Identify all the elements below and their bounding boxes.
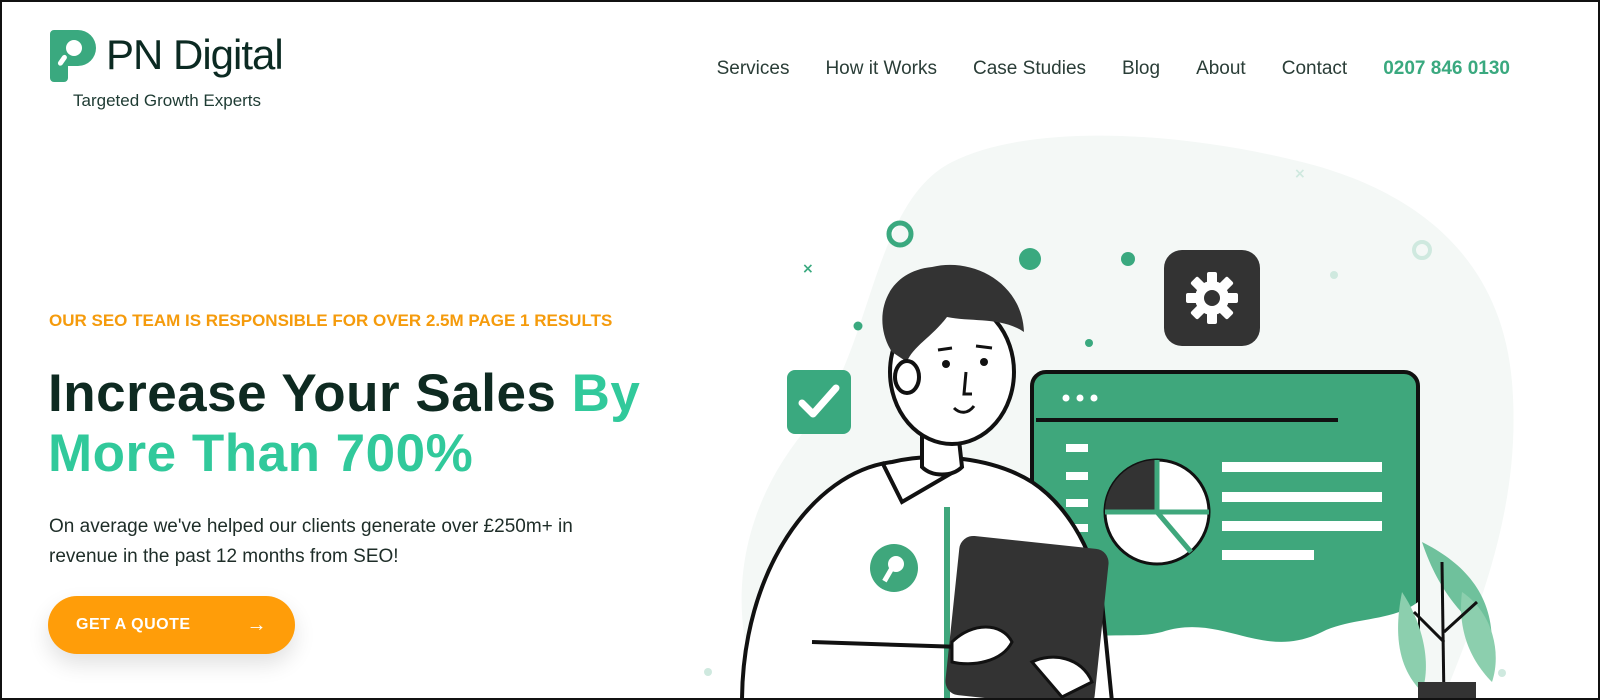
dot-decoration	[704, 668, 712, 676]
logo-mark-icon	[50, 30, 96, 82]
main-nav: Services How it Works Case Studies Blog …	[681, 58, 1510, 80]
dot-decoration	[1085, 339, 1093, 347]
phone-link[interactable]: 0207 846 0130	[1383, 58, 1510, 80]
dot-decoration	[853, 321, 863, 331]
tagline: Targeted Growth Experts	[73, 91, 262, 110]
nav-item-case-studies[interactable]: Case Studies	[973, 58, 1086, 80]
pie-chart-icon	[1103, 458, 1211, 566]
logo-text: PN Digital	[106, 31, 284, 78]
arrow-right-icon: →	[246, 613, 267, 636]
nav-item-about[interactable]: About	[1196, 58, 1246, 80]
headline-part1: Increase Your Sales	[48, 364, 572, 423]
gear-icon	[1186, 272, 1238, 324]
x-decoration: ×	[802, 261, 814, 277]
get-a-quote-button[interactable]: GET A QUOTE →	[48, 596, 295, 654]
x-decoration: ×	[1294, 166, 1306, 182]
dot-decoration	[1121, 252, 1135, 266]
headline-accent1: By	[571, 364, 641, 423]
nav-item-contact[interactable]: Contact	[1282, 58, 1347, 80]
hero-headline: Increase Your Sales By More Than 700%	[48, 364, 640, 484]
nav-item-blog[interactable]: Blog	[1122, 58, 1160, 80]
hero-illustration: × ×	[704, 135, 1514, 698]
hero-eyebrow: OUR SEO TEAM IS RESPONSIBLE FOR OVER 2.5…	[49, 311, 613, 330]
logo[interactable]: PN Digital	[48, 26, 284, 84]
cta-label: GET A QUOTE	[76, 616, 191, 633]
dot-decoration	[1019, 248, 1041, 270]
page-frame: PN Digital Targeted Growth Experts Servi…	[0, 0, 1600, 700]
headline-accent2: More Than 700%	[48, 424, 474, 483]
hero-subtext: On average we've helped our clients gene…	[49, 516, 573, 567]
nav-item-how-it-works[interactable]: How it Works	[825, 58, 937, 80]
nav-item-services[interactable]: Services	[717, 58, 790, 80]
dot-decoration	[1498, 669, 1506, 677]
dot-decoration	[1330, 271, 1338, 279]
